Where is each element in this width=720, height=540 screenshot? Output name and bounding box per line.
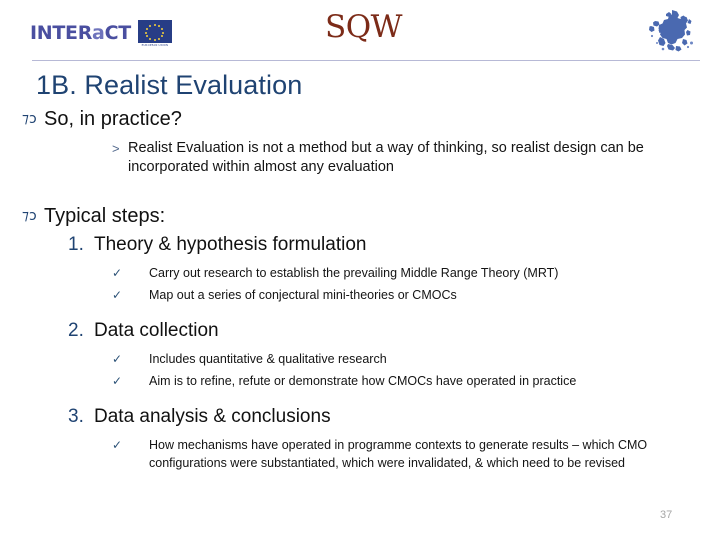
bullet-typical-steps-label: Typical steps:: [44, 205, 166, 227]
check-icon: ✓: [112, 352, 123, 366]
list-item: ✓ How mechanisms have operated in progra…: [0, 436, 720, 472]
chevron-right-icon: >: [112, 141, 120, 156]
bullet-so-in-practice: ⁊ɔ So, in practice?: [0, 108, 720, 131]
list-item-label: How mechanisms have operated in programm…: [149, 438, 648, 470]
step-1-label: Theory & hypothesis formulation: [94, 234, 367, 255]
interact-logo: INTERaCT EUROPEAN UNION: [30, 20, 172, 47]
interact-wordmark-part2: a: [92, 22, 105, 44]
list-item: ✓ Map out a series of conjectural mini-t…: [0, 286, 720, 304]
interact-wordmark-part3: CT: [104, 22, 132, 44]
list-item: ✓ Carry out research to establish the pr…: [0, 264, 720, 282]
bullet-so-in-practice-label: So, in practice?: [44, 108, 182, 130]
slide-header: INTERaCT EUROPEAN UNION SQW: [0, 0, 720, 62]
bullet-typical-steps: ⁊ɔ Typical steps:: [0, 205, 720, 228]
step-1-number: 1.: [68, 234, 84, 255]
list-item-label: Aim is to refine, refute or demonstrate …: [149, 374, 577, 388]
list-item-label: Includes quantitative & qualitative rese…: [149, 352, 387, 366]
list-item: > Realist Evaluation is not a method but…: [0, 139, 720, 177]
slide-body: ⁊ɔ So, in practice? > Realist Evaluation…: [0, 108, 720, 472]
step-2: 2. Data collection: [0, 320, 720, 342]
list-item-label: Map out a series of conjectural mini-the…: [149, 288, 457, 302]
list-item-label: Carry out research to establish the prev…: [149, 266, 559, 280]
slide-number: 37: [660, 509, 673, 521]
interact-wordmark-part1: INTER: [30, 22, 93, 44]
eu-flag-caption: EUROPEAN UNION: [141, 44, 169, 47]
list-item: ✓ Aim is to refine, refute or demonstrat…: [0, 372, 720, 390]
step-2-number: 2.: [68, 320, 84, 341]
sqw-logo: SQW: [325, 9, 403, 45]
list-item-label: Realist Evaluation is not a method but a…: [128, 140, 644, 175]
check-icon: ✓: [112, 374, 123, 388]
interact-wordmark: INTERaCT: [30, 24, 131, 43]
list-item: ✓ Includes quantitative & qualitative re…: [0, 350, 720, 368]
step-1: 1. Theory & hypothesis formulation: [0, 234, 720, 256]
page-title: 1B. Realist Evaluation: [36, 70, 303, 100]
eu-flag-icon: [137, 20, 172, 43]
check-icon: ✓: [112, 288, 123, 302]
check-icon: ✓: [112, 438, 123, 452]
check-icon: ✓: [112, 266, 123, 280]
aldus-leaf-ornament-icon: ⁊ɔ: [22, 208, 37, 224]
step-3: 3. Data analysis & conclusions: [0, 406, 720, 428]
eu-flag-logo: EUROPEAN UNION: [137, 20, 172, 47]
aldus-leaf-ornament-icon: ⁊ɔ: [22, 111, 37, 127]
europe-map-icon: [645, 8, 697, 54]
step-3-number: 3.: [68, 406, 84, 427]
section-1-points: > Realist Evaluation is not a method but…: [0, 139, 720, 177]
step-2-label: Data collection: [94, 320, 219, 341]
header-divider: [32, 60, 700, 61]
step-3-label: Data analysis & conclusions: [94, 406, 331, 427]
